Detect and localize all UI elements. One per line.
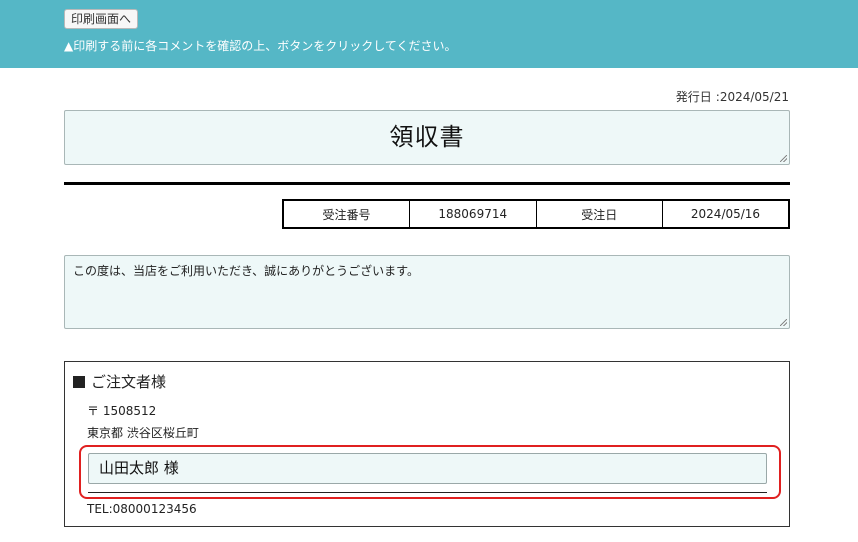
top-bar: 印刷画面へ ▲印刷する前に各コメントを確認の上、ボタンをクリックしてください。 bbox=[0, 0, 858, 68]
order-date-value: 2024/05/16 bbox=[662, 199, 790, 229]
customer-heading-label: ご注文者様 bbox=[91, 373, 167, 391]
order-date-label: 受注日 bbox=[535, 199, 663, 229]
resize-handle-icon[interactable] bbox=[780, 319, 787, 326]
issue-date-label: 発行日 bbox=[675, 90, 712, 104]
square-bullet-icon bbox=[73, 376, 85, 388]
print-screen-button[interactable]: 印刷画面へ bbox=[64, 9, 139, 29]
order-info-table: 受注番号 188069714 受注日 2024/05/16 bbox=[282, 199, 790, 229]
title-textarea[interactable]: 領収書 bbox=[64, 110, 790, 165]
divider bbox=[64, 182, 790, 185]
name-underline bbox=[88, 492, 767, 493]
table-row: 受注番号 188069714 受注日 2024/05/16 bbox=[282, 199, 790, 229]
document-title: 領収書 bbox=[389, 123, 465, 151]
order-number-value: 188069714 bbox=[409, 199, 537, 229]
resize-handle-icon[interactable] bbox=[780, 155, 787, 162]
customer-name-input[interactable]: 山田太郎 様 bbox=[88, 453, 767, 484]
print-notice: ▲印刷する前に各コメントを確認の上、ボタンをクリックしてください。 bbox=[64, 39, 457, 53]
customer-address: 東京都 渋谷区桜丘町 bbox=[87, 426, 199, 440]
customer-tel: TEL:08000123456 bbox=[87, 502, 197, 516]
customer-heading: ご注文者様 bbox=[73, 371, 166, 392]
issue-date-value: :2024/05/21 bbox=[715, 90, 789, 104]
order-number-label: 受注番号 bbox=[282, 199, 410, 229]
customer-section: ご注文者様 〒 1508512 東京都 渋谷区桜丘町 山田太郎 様 TEL:08… bbox=[64, 361, 790, 527]
customer-name-highlight: 山田太郎 様 bbox=[79, 445, 781, 499]
message-textarea[interactable]: この度は、当店をご利用いただき、誠にありがとうございます。 bbox=[64, 255, 790, 329]
issue-date: 発行日:2024/05/21 bbox=[676, 88, 789, 105]
customer-postal-code: 〒 1508512 bbox=[87, 404, 157, 418]
message-text: この度は、当店をご利用いただき、誠にありがとうございます。 bbox=[73, 264, 419, 278]
